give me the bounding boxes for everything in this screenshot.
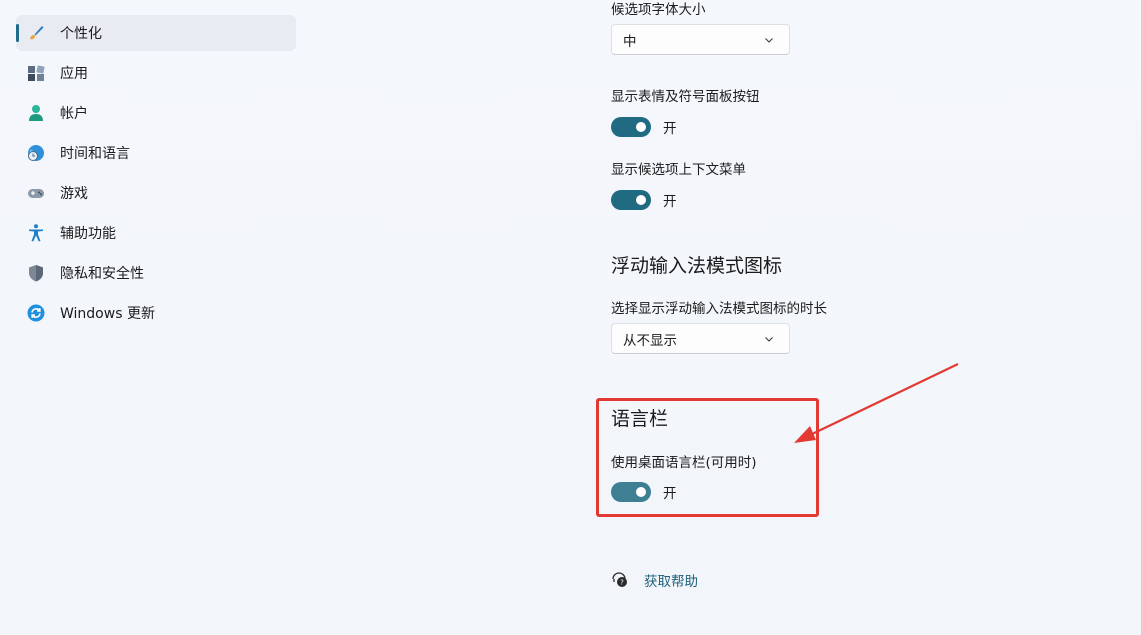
font-size-label: 候选项字体大小 [611,2,706,18]
chevron-down-icon [763,34,775,46]
toggle-knob [636,122,646,132]
context-menu-toggle-row: 开 [611,190,677,210]
context-menu-toggle[interactable] [611,190,651,210]
floating-ime-section-title: 浮动输入法模式图标 [611,255,783,277]
font-size-dropdown[interactable]: 中 [611,24,790,55]
settings-window: 个性化 应用 帐户 时间和语言 游戏 辅助功能 隐私和安全性 Windows 更… [0,0,1141,635]
annotation-arrow-icon [794,363,959,443]
toggle-knob [636,195,646,205]
help-chat-icon: ? [611,571,629,589]
floating-duration-dropdown[interactable]: 从不显示 [611,323,790,354]
emoji-button-toggle[interactable] [611,117,651,137]
context-menu-label: 显示候选项上下文菜单 [611,162,746,178]
floating-duration-label: 选择显示浮动输入法模式图标的时长 [611,301,827,317]
chevron-down-icon [763,333,775,345]
svg-text:?: ? [620,579,624,587]
context-menu-state: 开 [663,194,677,210]
settings-content: 候选项字体大小 中 显示表情及符号面板按钮 开 显示候选项上下文菜单 开 浮动输… [0,0,1141,635]
get-help-link[interactable]: ? 获取帮助 [611,570,698,590]
floating-duration-value: 从不显示 [623,332,677,349]
emoji-button-state: 开 [663,121,677,137]
get-help-label: 获取帮助 [644,574,698,590]
emoji-button-toggle-row: 开 [611,117,677,137]
emoji-button-label: 显示表情及符号面板按钮 [611,89,760,105]
font-size-value: 中 [623,33,637,50]
